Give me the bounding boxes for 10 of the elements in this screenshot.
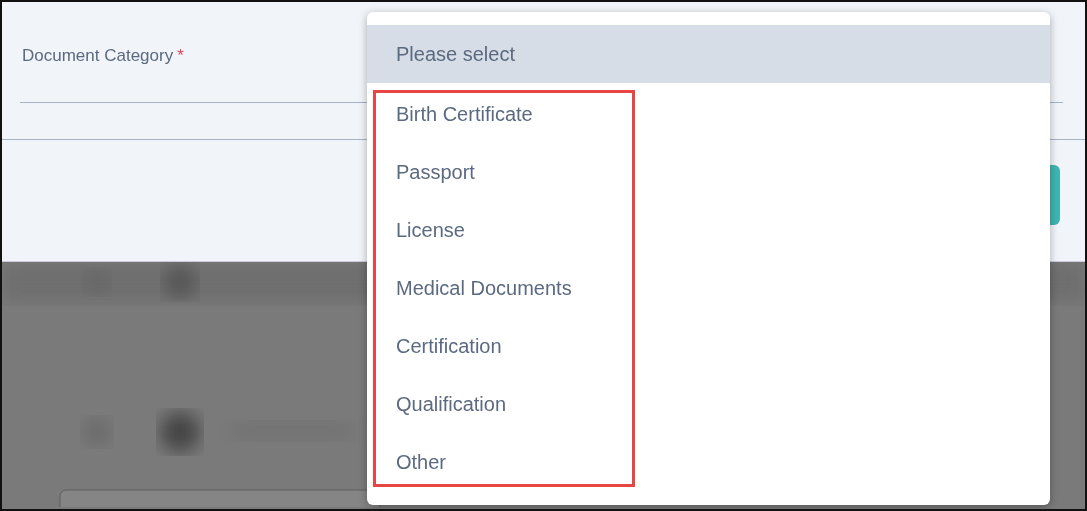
dropdown-option[interactable]: Other (367, 433, 1050, 491)
dropdown-option[interactable]: License (367, 201, 1050, 259)
dropdown-option[interactable]: Medical Documents (367, 259, 1050, 317)
required-mark: * (177, 46, 184, 66)
dropdown-option[interactable]: Qualification (367, 375, 1050, 433)
dropdown-option[interactable]: Passport (367, 143, 1050, 201)
dropdown-option[interactable]: Birth Certificate (367, 85, 1050, 143)
field-label: Document Category (22, 46, 174, 66)
dropdown-option[interactable]: Certification (367, 317, 1050, 375)
select-field[interactable]: Please select (367, 25, 1050, 83)
